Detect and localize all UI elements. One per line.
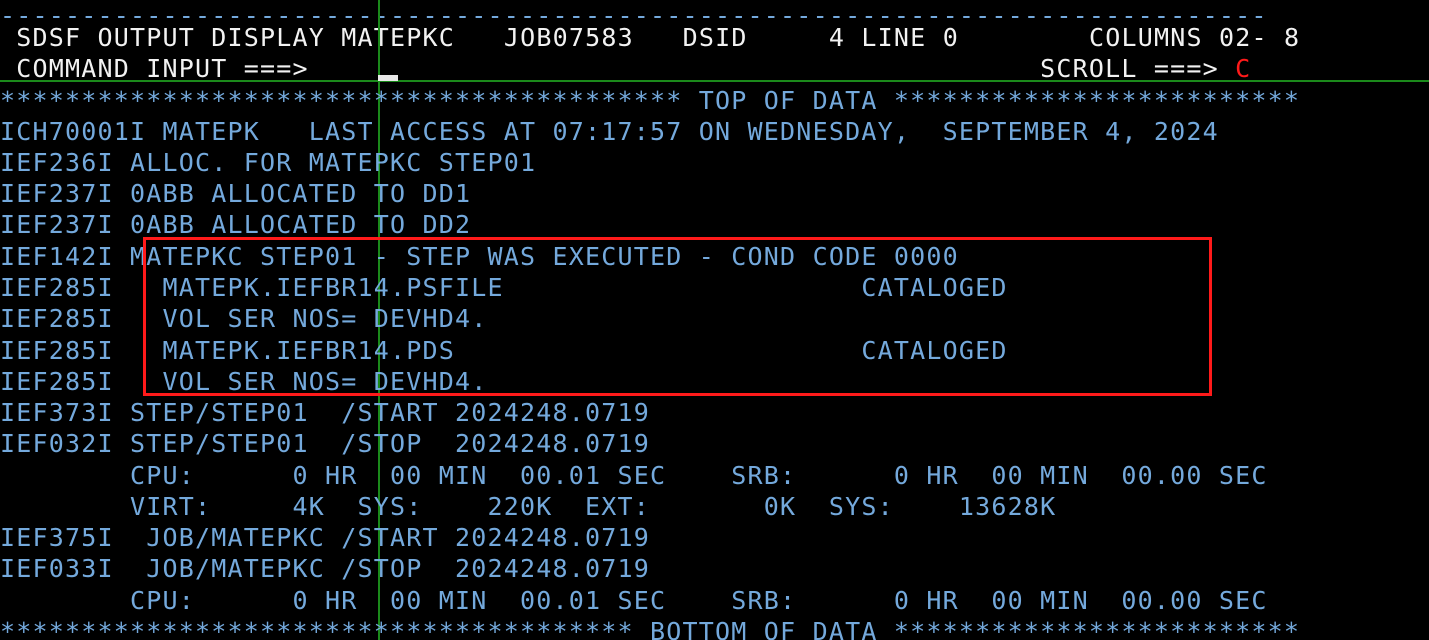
line-value: 0 bbox=[942, 23, 959, 52]
dsid-label: DSID bbox=[682, 23, 748, 52]
field-separator-vertical-header bbox=[378, 0, 380, 81]
spacer-1 bbox=[325, 23, 341, 52]
log-line: IEF285I MATEPK.IEFBR14.PDS CATALOGED bbox=[0, 336, 1008, 365]
spacer-cmd bbox=[309, 54, 1040, 83]
spacer-4 bbox=[748, 23, 829, 52]
log-line: CPU: 0 HR 00 MIN 00.01 SEC SRB: 0 HR 00 … bbox=[0, 461, 1268, 490]
line-label: LINE bbox=[861, 23, 927, 52]
log-line: IEF237I 0ABB ALLOCATED TO DD1 bbox=[0, 179, 472, 208]
scroll-label: SCROLL ===> bbox=[1040, 54, 1219, 83]
log-line: IEF285I MATEPK.IEFBR14.PSFILE CATALOGED bbox=[0, 273, 1008, 302]
text-cursor bbox=[378, 75, 398, 81]
spacer-2 bbox=[455, 23, 504, 52]
log-line: IEF142I MATEPKC STEP01 - STEP WAS EXECUT… bbox=[0, 242, 959, 271]
log-line: IEF032I STEP/STEP01 /STOP 2024248.0719 bbox=[0, 429, 651, 458]
log-line: IEF285I VOL SER NOS= DEVHD4. bbox=[0, 304, 488, 333]
spacer-5 bbox=[845, 23, 861, 52]
spacer-6 bbox=[926, 23, 942, 52]
log-line: IEF236I ALLOC. FOR MATEPKC STEP01 bbox=[0, 148, 537, 177]
header-identity-row: SDSF OUTPUT DISPLAY MATEPKC JOB07583 DSI… bbox=[0, 22, 1300, 54]
log-line: IEF285I VOL SER NOS= DEVHD4. bbox=[0, 367, 488, 396]
scroll-amount-field[interactable]: C bbox=[1235, 54, 1251, 83]
spacer-3 bbox=[634, 23, 683, 52]
columns-label: COLUMNS bbox=[1088, 23, 1203, 52]
log-line: CPU: 0 HR 00 MIN 00.01 SEC SRB: 0 HR 00 … bbox=[0, 586, 1268, 615]
jobid-value: JOB07583 bbox=[503, 23, 634, 52]
columns-value: 02- 8 bbox=[1219, 23, 1301, 52]
bottom-of-data-marker: *************************************** … bbox=[0, 617, 1301, 640]
command-input-label: COMMAND INPUT ===> bbox=[0, 54, 309, 83]
log-line: ICH70001I MATEPK LAST ACCESS AT 07:17:57… bbox=[0, 117, 1219, 146]
terminal-screen[interactable]: ----------------------------------------… bbox=[0, 0, 1429, 640]
spacer-7 bbox=[959, 23, 1089, 52]
log-line: IEF237I 0ABB ALLOCATED TO DD2 bbox=[0, 210, 472, 239]
top-of-data-marker: ****************************************… bbox=[0, 86, 1301, 115]
spacer-scroll bbox=[1219, 54, 1235, 83]
jobname-value: MATEPKC bbox=[341, 23, 456, 52]
spacer-8 bbox=[1203, 23, 1219, 52]
log-line: VIRT: 4K SYS: 220K EXT: 0K SYS: 13628K bbox=[0, 492, 1057, 521]
log-line: IEF033I JOB/MATEPKC /STOP 2024248.0719 bbox=[0, 554, 651, 583]
field-separator-horizontal bbox=[0, 80, 1429, 82]
panel-title: SDSF OUTPUT DISPLAY bbox=[0, 23, 326, 52]
log-line: IEF375I JOB/MATEPKC /START 2024248.0719 bbox=[0, 523, 651, 552]
dsid-value: 4 bbox=[828, 23, 846, 52]
log-line: IEF373I STEP/STEP01 /START 2024248.0719 bbox=[0, 398, 651, 427]
